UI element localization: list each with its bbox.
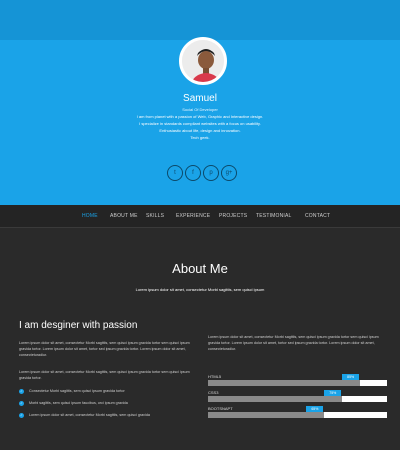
about-left-column: I am desginer with passion Lorem ipsum d… xyxy=(19,320,199,421)
check-circle-icon: ✓ xyxy=(19,412,24,418)
skill-fill xyxy=(208,380,361,386)
bio-line: Enthusiastic about life, design and inno… xyxy=(159,128,241,133)
bio-line: Tech geek. xyxy=(190,135,210,140)
check-circle-icon: ✓ xyxy=(19,400,24,406)
section-title: About Me xyxy=(172,261,228,276)
nav-item-skills[interactable]: SKILLS xyxy=(146,213,164,219)
skill-fill xyxy=(208,412,325,418)
list-item: ✓ Morbi sagittis, sem quisci ipsum fauci… xyxy=(19,397,199,409)
list-item-text: Morbi sagittis, sem quisci ipsum faucibu… xyxy=(29,401,128,405)
nav-item-contact[interactable]: CONTACT xyxy=(305,213,330,219)
avatar xyxy=(179,37,227,85)
skill-label: BOOTSNAPT xyxy=(208,406,233,411)
twitter-icon[interactable]: t xyxy=(167,165,183,181)
skill-track: 75% xyxy=(208,390,387,402)
nav-item-projects[interactable]: PROJECTS xyxy=(219,213,247,219)
nav-item-testimonial[interactable]: TESTIMONIAL xyxy=(256,213,292,219)
avatar-photo xyxy=(182,40,224,82)
skill-bar: HTML5 85% xyxy=(208,374,388,387)
bio-line: I specialize in standards compliant webs… xyxy=(139,121,261,126)
nav-item-home[interactable]: HOME xyxy=(82,213,98,219)
facebook-icon[interactable]: f xyxy=(185,165,201,181)
feature-list: ✓ Consectetur Morbi sagittis, sem quisci… xyxy=(19,385,199,421)
skill-track: 85% xyxy=(208,374,387,386)
skill-percent-tag: 75% xyxy=(324,390,342,396)
about-heading: I am desginer with passion xyxy=(19,320,138,331)
skill-track: 65% xyxy=(208,406,387,418)
about-paragraph: Lorem ipsum dolor sit amet, consectetur … xyxy=(19,370,190,380)
hero-section: Samuel Social Of Developer I am from pla… xyxy=(0,0,400,205)
list-item-text: Consectetur Morbi sagittis, sem quisci i… xyxy=(29,389,125,393)
nav-item-experience[interactable]: EXPERIENCE xyxy=(176,213,210,219)
profile-name: Samuel xyxy=(183,93,217,104)
list-item: ✓ Lorem ipsum dolor sit amet, consectetu… xyxy=(19,409,199,421)
about-paragraph: Lorem ipsum dolor sit amet, consectetur … xyxy=(19,341,190,357)
list-item: ✓ Consectetur Morbi sagittis, sem quisci… xyxy=(19,385,199,397)
profile-bio: I am from planet with a passion of Web, … xyxy=(0,113,400,141)
skill-percent-tag: 85% xyxy=(342,374,360,380)
list-item-text: Lorem ipsum dolor sit amet, consectetur … xyxy=(29,413,150,417)
google-plus-icon[interactable]: g+ xyxy=(221,165,237,181)
pinterest-icon[interactable]: p xyxy=(203,165,219,181)
skill-bar: BOOTSNAPT 65% xyxy=(208,406,388,419)
skill-label: CSS3 xyxy=(208,390,219,395)
about-paragraph: Lorem ipsum dolor sit amet, consectetur … xyxy=(208,335,379,351)
nav-item-about-me[interactable]: ABOUT ME xyxy=(110,213,138,219)
skill-bar: CSS3 75% xyxy=(208,390,388,403)
about-right-column: Lorem ipsum dolor sit amet, consectetur … xyxy=(208,334,388,419)
skill-label: HTML5 xyxy=(208,374,222,379)
profile-role: Social Of Developer xyxy=(182,107,218,112)
section-subtitle: Lorem ipsum dolor sit amet, consectetur … xyxy=(135,287,265,292)
skill-fill xyxy=(208,396,343,402)
skill-percent-tag: 65% xyxy=(306,406,324,412)
social-links: t f p g+ xyxy=(167,165,267,181)
hero-top-band xyxy=(0,0,400,40)
about-section: About Me Lorem ipsum dolor sit amet, con… xyxy=(0,228,400,450)
main-nav: HOME ABOUT ME SKILLS EXPERIENCE PROJECTS… xyxy=(0,205,400,228)
check-circle-icon: ✓ xyxy=(19,388,24,394)
bio-line: I am from planet with a passion of Web, … xyxy=(136,114,264,119)
